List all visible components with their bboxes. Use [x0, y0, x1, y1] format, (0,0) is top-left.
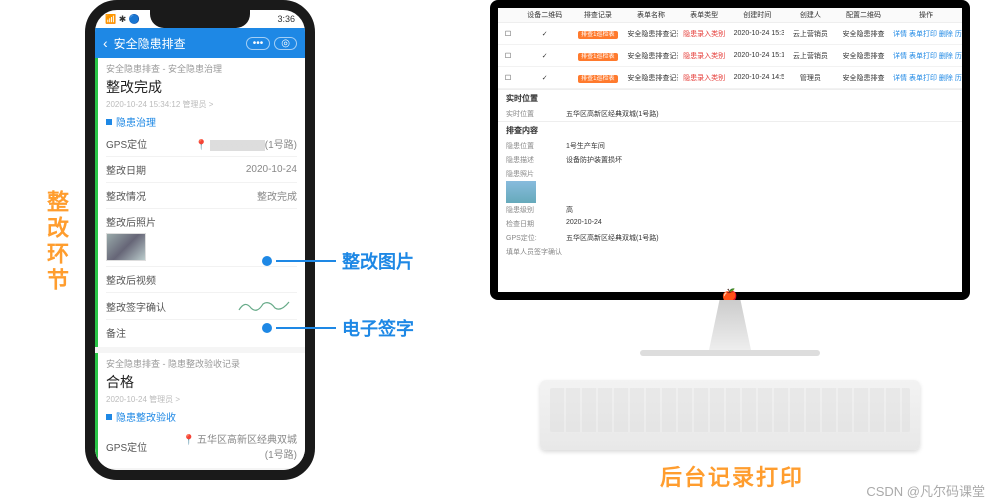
row-gps-2: GPS定位 📍五华区高新区经典双城(1号路) [106, 426, 297, 466]
callout-dot [262, 323, 272, 333]
table-body: ☐✓排查1巡检表安全隐患排查记录隐患录入类别2020-10-24 15:32云上… [498, 23, 962, 89]
card-meta: 2020-10-24 15:34:12 管理员 > [106, 99, 297, 110]
sign-label: 整改签字确认 [106, 299, 166, 314]
status-label: 整改情况 [106, 188, 146, 203]
section-title-2: 隐患整改验收 [106, 409, 297, 424]
left-section-label: 整改环节 [40, 190, 72, 294]
pin-icon: 📍 [183, 435, 195, 446]
keyboard [540, 380, 920, 450]
photo-thumbnail[interactable] [106, 233, 146, 261]
app-header: ‹ 安全隐患排查 ••• ◎ [95, 28, 305, 58]
table-row[interactable]: ☐✓排查1巡检表安全隐患排查记录隐患录入类别2020-10-24 15:11云上… [498, 45, 962, 67]
content-thumbnail[interactable] [506, 181, 536, 203]
table-header: 设备二维码排查记录表单名称表单类型创建时间创建人配置二维码操作 [498, 8, 962, 23]
callout-photo: 整改图片 [262, 248, 414, 274]
breadcrumb: 安全隐患排查 - 安全隐患治理 [106, 62, 297, 75]
row-date: 整改日期 2020-10-24 [106, 157, 297, 183]
target-icon[interactable]: ◎ [274, 37, 297, 50]
card-rectify: 安全隐患排查 - 安全隐患治理 整改完成 2020-10-24 15:34:12… [95, 58, 305, 347]
callout-line [276, 327, 336, 329]
gps-value-2: 📍五华区高新区经典双城(1号路) [177, 431, 297, 461]
table-row[interactable]: ☐✓排查1巡检表安全隐患排查记录隐患录入类别2020-10-24 15:32云上… [498, 23, 962, 45]
phone-notch [150, 10, 250, 28]
date-label: 整改日期 [106, 162, 146, 177]
card-meta-2: 2020-10-24 管理员 > [106, 394, 297, 405]
monitor-base [640, 350, 820, 356]
row-status: 整改情况 整改完成 [106, 183, 297, 209]
bottom-label: 后台记录打印 [660, 460, 804, 492]
row-gps: GPS定位 📍xxxxxxxxxxx(1号路) [106, 131, 297, 157]
card-accept: 安全隐患排查 - 隐患整改验收记录 合格 2020-10-24 管理员 > 隐患… [95, 353, 305, 468]
status-icons: 📶 ✱ 🔵 [105, 14, 140, 25]
table-row[interactable]: ☐✓排查1巡检表安全隐患排查记录隐患录入类别2020-10-24 14:53管理… [498, 67, 962, 89]
callout-dot [262, 256, 272, 266]
more-icon[interactable]: ••• [246, 37, 271, 50]
back-icon[interactable]: ‹ [103, 35, 108, 51]
section-location: 实时位置 [498, 89, 962, 107]
callout-line [276, 260, 336, 262]
gps-value: 📍xxxxxxxxxxx(1号路) [195, 136, 297, 151]
section-title: 隐患治理 [106, 114, 297, 129]
phone-mockup: 📶 ✱ 🔵 3:36 ‹ 安全隐患排查 ••• ◎ 安全隐患排查 - 安全隐患治… [85, 0, 315, 480]
monitor-mockup: 设备二维码排查记录表单名称表单类型创建时间创建人配置二维码操作 ☐✓排查1巡检表… [490, 0, 970, 450]
video-label: 整改后视频 [106, 272, 156, 287]
note-label: 备注 [106, 325, 126, 340]
watermark: CSDN @凡尔码课堂 [866, 481, 985, 500]
callout-text: 整改图片 [342, 248, 414, 274]
photo-label: 整改后照片 [106, 214, 156, 229]
monitor-bezel: 设备二维码排查记录表单名称表单类型创建时间创建人配置二维码操作 ☐✓排查1巡检表… [490, 0, 970, 300]
signature-image [237, 298, 297, 314]
kv-location: 实时位置五华区高新区经典双城(1号路) [498, 107, 962, 121]
header-title: 安全隐患排查 [114, 35, 186, 52]
section-content: 排查内容 [498, 121, 962, 139]
card-title: 整改完成 [106, 77, 297, 97]
monitor-stand [695, 300, 765, 350]
monitor-screen: 设备二维码排查记录表单名称表单类型创建时间创建人配置二维码操作 ☐✓排查1巡检表… [498, 8, 962, 292]
status-value: 整改完成 [257, 188, 297, 203]
gps-label: GPS定位 [106, 136, 147, 151]
card-title-2: 合格 [106, 372, 297, 392]
callout-text: 电子签字 [342, 315, 414, 341]
pin-icon: 📍 [195, 140, 207, 151]
gps-label-2: GPS定位 [106, 439, 147, 454]
status-time: 3:36 [277, 14, 295, 24]
breadcrumb-2: 安全隐患排查 - 隐患整改验收记录 [106, 357, 297, 370]
callout-sign: 电子签字 [262, 315, 414, 341]
date-value: 2020-10-24 [246, 164, 297, 175]
